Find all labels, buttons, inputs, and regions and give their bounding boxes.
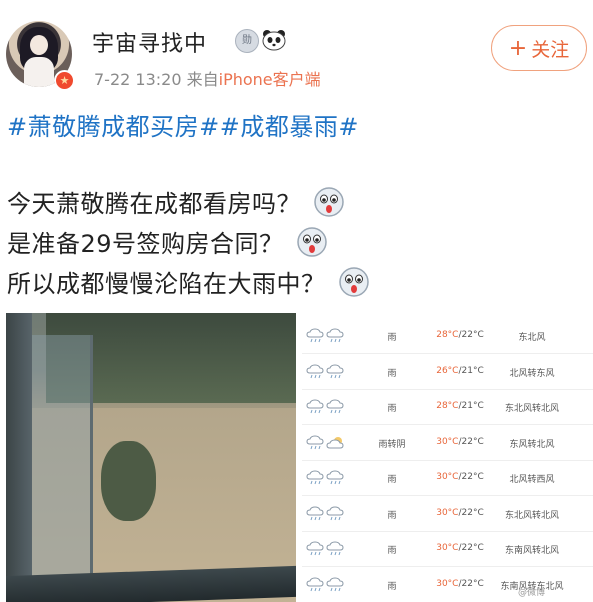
weather-icons [306, 363, 350, 380]
rain-icon [326, 505, 344, 520]
weather-wind: 北风转东风 [509, 368, 555, 379]
rain-icon [326, 541, 344, 556]
weather-temperature: 30°C/22°C [430, 508, 490, 518]
weather-row: 雨转阴 30°C/22°C 东风转北风 [302, 426, 593, 461]
weather-temp-high: 30°C [436, 436, 459, 447]
panda-badge-icon[interactable] [261, 29, 287, 51]
weather-condition: 雨 [387, 333, 397, 343]
weather-icons [306, 541, 350, 557]
avatar-face [30, 35, 48, 55]
source-prefix: 来自 [186, 70, 219, 89]
weather-temperature: 30°C/22°C [430, 472, 490, 482]
weather-icons [306, 505, 350, 522]
weather-wind: 东南风转北风 [504, 546, 559, 556]
rain-icon [306, 399, 324, 414]
photo-tree [101, 441, 156, 521]
post-line-3: 所以成都慢慢沦陷在大雨中？ [7, 264, 370, 301]
weather-icons [306, 328, 350, 344]
post-meta: 7-22 13:20 来自iPhone客户端 [94, 66, 321, 90]
weather-temp-low: /21°C [458, 401, 484, 411]
weather-row: 雨 28°C/21°C 东北风转北风 [302, 390, 593, 425]
weather-row: 雨 30°C/22°C 东南风转东北风 [302, 568, 593, 602]
watermark: @微博 [518, 588, 546, 598]
rain-icon [306, 434, 324, 449]
weather-temp-high: 28°C [436, 401, 459, 411]
weather-condition: 雨 [387, 546, 397, 556]
weather-temp-high: 30°C [436, 507, 459, 518]
weather-row: 雨 26°C/21°C 北风转东风 [302, 355, 593, 390]
rain-icon [306, 328, 324, 343]
weather-icons [306, 399, 350, 415]
post-line-2-text: 是准备29号签购房合同？ [7, 230, 284, 258]
hashtags[interactable]: #萧敬腾成都买房##成都暴雨# [7, 107, 359, 142]
weather-temp-low: /22°C [458, 472, 484, 482]
post-line-1-text: 今天萧敬腾在成都看房吗？ [7, 190, 301, 218]
weather-temperature: 28°C/21°C [430, 401, 490, 411]
weather-row: 雨 30°C/22°C 北风转西风 [302, 461, 593, 496]
doge-emoji-icon [338, 267, 369, 297]
weather-temperature: 30°C/22°C [430, 579, 490, 589]
weather-temp-low: /22°C [458, 543, 484, 553]
weather-icons [306, 576, 350, 593]
weather-row: 雨 30°C/22°C 东南风转北风 [302, 532, 593, 567]
doge-emoji-icon [314, 187, 344, 217]
weather-temp-low: /21°C [458, 365, 484, 376]
rain-icon [326, 328, 344, 343]
rain-icon [306, 470, 324, 485]
post-time[interactable]: 7-22 13:20 [94, 70, 182, 89]
weather-temp-low: /22°C [458, 330, 484, 340]
weather-wind: 东风转北风 [509, 439, 555, 450]
weather-condition: 雨 [387, 510, 397, 521]
rain-icon [326, 576, 344, 591]
weather-temp-low: /22°C [458, 507, 484, 518]
rain-icon [326, 363, 344, 378]
rain-icon [326, 399, 344, 414]
rain-icon [306, 505, 324, 520]
post-source[interactable]: iPhone客户端 [219, 70, 321, 89]
weather-temperature: 30°C/22°C [430, 437, 490, 447]
weather-temp-high: 30°C [436, 578, 459, 589]
post-line-2: 是准备29号签购房合同？ [7, 224, 328, 261]
weather-condition: 雨 [387, 581, 397, 592]
rain-icon [306, 576, 324, 591]
weather-temp-low: /22°C [458, 436, 484, 447]
photo-window-frame [6, 313, 32, 602]
weather-wind: 东北风转北风 [504, 510, 559, 521]
doge-emoji-icon [296, 227, 327, 257]
rain-icon [306, 363, 324, 378]
flood-photo[interactable] [6, 313, 296, 602]
weather-temp-high: 30°C [436, 472, 459, 482]
verified-badge-icon: ★ [54, 70, 75, 91]
follow-label: 关注 [531, 38, 570, 61]
weather-condition: 雨 [387, 368, 397, 379]
weather-temperature: 26°C/21°C [430, 366, 490, 376]
rain-icon [306, 541, 324, 556]
weather-temp-high: 28°C [436, 330, 459, 340]
weather-wind: 东北风 [518, 333, 546, 343]
weather-icons [306, 470, 350, 486]
weather-condition: 雨 [387, 404, 397, 414]
rain-icon [326, 470, 344, 485]
weather-temperature: 28°C/22°C [430, 330, 490, 340]
weather-temp-high: 30°C [436, 543, 459, 553]
weather-temp-high: 26°C [436, 365, 459, 376]
weather-row: 雨 28°C/22°C 东北风 [302, 319, 593, 354]
follow-button[interactable]: + 关注 [491, 25, 587, 71]
medal-badge-icon[interactable]: 勋 [235, 29, 259, 53]
weather-condition: 雨转阴 [378, 439, 406, 450]
weather-row: 雨 30°C/22°C 东北风转北风 [302, 497, 593, 532]
weather-temp-low: /22°C [458, 578, 484, 589]
cloud-icon [326, 436, 344, 448]
weather-condition: 雨 [387, 475, 397, 485]
weather-wind: 东北风转北风 [504, 404, 559, 414]
plus-icon: + [508, 35, 528, 61]
username[interactable]: 宇宙寻找中 [92, 26, 207, 58]
weather-forecast-image[interactable]: 雨 28°C/22°C 东北风雨 26°C/21°C 北风转东风雨 28°C/21°C 东北… [302, 313, 593, 602]
weather-wind: 北风转西风 [509, 475, 555, 485]
weather-icons [306, 434, 350, 451]
weather-temperature: 30°C/22°C [430, 543, 490, 553]
avatar-body [24, 57, 54, 87]
post-line-1: 今天萧敬腾在成都看房吗？ [7, 184, 345, 221]
post-line-3-text: 所以成都慢慢沦陷在大雨中？ [7, 270, 326, 298]
